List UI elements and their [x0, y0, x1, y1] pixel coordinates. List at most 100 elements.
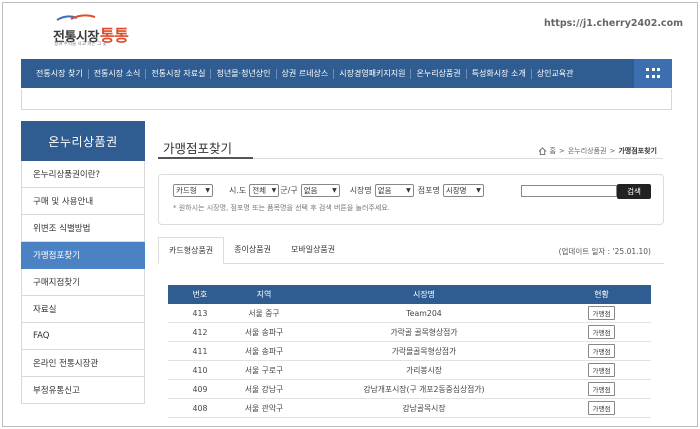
search-notice: * 원하시는 시장명, 점포명 또는 품목명을 선택 후 검색 버튼을 눌러주세…: [173, 204, 390, 212]
cell-status: 가맹점: [552, 306, 651, 320]
nav-item[interactable]: 온누리상품권: [410, 68, 465, 79]
sidebar-title: 온누리상품권: [21, 121, 145, 161]
sidebar-item[interactable]: 위변조 식별방법: [21, 215, 145, 242]
sidebar-item[interactable]: 온누리상품권이란?: [21, 161, 145, 188]
table-row: 410 서울 구로구 가리봉시장 가맹점: [168, 361, 651, 380]
cell-market: 가락골 골목형상점가: [390, 327, 458, 337]
table-row: 408 서울 관악구 강남골목시장 가맹점: [168, 399, 651, 418]
status-button[interactable]: 가맹점: [587, 401, 616, 415]
chevron-down-icon: ▼: [332, 187, 337, 194]
site-logo[interactable]: 전통시장통통 정과 추억을 사고 파는 그 곳: [51, 13, 131, 49]
cell-no: 408: [192, 403, 208, 413]
all-menu-button[interactable]: [634, 59, 672, 88]
status-button[interactable]: 가맹점: [587, 325, 616, 339]
sidebar-item[interactable]: FAQ: [21, 323, 145, 350]
type-select[interactable]: 카드형 ▼: [173, 184, 213, 197]
nav-item[interactable]: 청년몰·청년상인: [210, 68, 275, 79]
search-row: 카드형 ▼ 시.도 전체 ▼ 군/구 없음 ▼ 시장명 없음 ▼ 점포명 시장명 ▼: [173, 184, 484, 197]
site-url: https://j1.cherry2402.com: [543, 18, 683, 29]
sidebar: 온누리상품권 온누리상품권이란? 구매 및 사용안내 위변조 식별방법 가맹점포…: [21, 121, 145, 404]
cell-status: 가맹점: [552, 325, 651, 339]
page-frame: 전통시장통통 정과 추억을 사고 파는 그 곳 https://j1.cherr…: [2, 2, 698, 427]
sidebar-item[interactable]: 구매지점찾기: [21, 269, 145, 296]
status-button[interactable]: 가맹점: [587, 344, 616, 358]
nav-item[interactable]: 전통시장 자료실: [145, 68, 210, 79]
cell-status: 가맹점: [552, 382, 651, 396]
tab-paper-voucher[interactable]: 종이상품권: [224, 236, 281, 263]
cell-region: 서울 구로구: [244, 365, 284, 375]
cell-market: Team204: [406, 308, 442, 318]
store-select[interactable]: 시장명 ▼: [442, 184, 484, 197]
cell-region: 서울 중구: [248, 308, 280, 318]
store-select-value: 시장명: [445, 186, 467, 195]
header-region: 지역: [256, 290, 272, 299]
breadcrumb-home[interactable]: 홈: [550, 146, 556, 156]
table-row: 412 서울 송파구 가락골 골목형상점가 가맹점: [168, 323, 651, 342]
nav-item[interactable]: 전통시장 소식: [87, 68, 146, 79]
gungu-select-value: 없음: [303, 186, 318, 195]
cell-no: 409: [192, 384, 208, 394]
market-select[interactable]: 없음 ▼: [374, 184, 414, 197]
chevron-down-icon: ▼: [406, 187, 411, 194]
sidebar-item[interactable]: 부정유통신고: [21, 377, 145, 404]
cell-market: 가리봉시장: [406, 365, 442, 375]
cell-market: 강남골목시장: [402, 403, 446, 413]
sidebar-item[interactable]: 온라인 전통시장관: [21, 350, 145, 377]
cell-region: 서울 송파구: [244, 327, 284, 337]
gungu-select[interactable]: 없음 ▼: [300, 184, 340, 197]
breadcrumb-current: 가맹점포찾기: [618, 147, 657, 155]
table-row: 411 서울 송파구 가락몰골목형상점가 가맹점: [168, 342, 651, 361]
nav-item[interactable]: 시장경영패키지지원: [333, 68, 410, 79]
sidebar-item[interactable]: 구매 및 사용안내: [21, 188, 145, 215]
sub-menu-bar: [21, 89, 672, 110]
chevron-down-icon: ▼: [271, 187, 277, 194]
nav-item[interactable]: 전통시장 찾기: [31, 69, 88, 79]
table-row: 413 서울 중구 Team204 가맹점: [168, 304, 651, 323]
sido-select[interactable]: 전체 ▼: [249, 184, 280, 197]
header-no: 번호: [192, 290, 208, 299]
tab-mobile-voucher[interactable]: 모바일상품권: [281, 236, 345, 263]
cell-region: 서울 송파구: [244, 346, 284, 356]
title-divider: [253, 158, 663, 159]
header-status: 현황: [594, 290, 609, 299]
chevron-down-icon: ▼: [476, 187, 481, 194]
cell-status: 가맹점: [552, 401, 651, 415]
sidebar-item-active[interactable]: 가맹점포찾기: [21, 242, 145, 269]
chevron-down-icon: ▼: [205, 187, 210, 194]
cell-no: 410: [192, 365, 208, 375]
sidebar-item[interactable]: 자료실: [21, 296, 145, 323]
breadcrumb: 홈 > 온누리상품권 > 가맹점포찾기: [538, 146, 657, 156]
header-market: 시장명: [412, 290, 436, 299]
cell-market: 가락몰골목형상점가: [391, 346, 457, 356]
nav-item[interactable]: 상인교육관: [530, 68, 579, 79]
search-input[interactable]: [521, 185, 617, 197]
title-underline: [158, 157, 253, 159]
status-button[interactable]: 가맹점: [587, 382, 616, 396]
logo-slogan: 정과 추억을 사고 파는 그 곳: [54, 42, 107, 47]
breadcrumb-separator: >: [609, 147, 616, 155]
cell-no: 411: [192, 346, 208, 356]
cell-status: 가맹점: [552, 344, 651, 358]
search-button[interactable]: 검색: [617, 184, 651, 199]
page-title: 가맹점포찾기: [163, 141, 233, 156]
cell-status: 가맹점: [552, 363, 651, 377]
nav-item[interactable]: 상권 르네상스: [275, 68, 334, 79]
cell-region: 서울 관악구: [244, 403, 284, 413]
tab-card-voucher[interactable]: 카드형상품권: [158, 237, 225, 264]
status-button[interactable]: 가맹점: [587, 306, 616, 320]
store-label: 점포명: [417, 186, 440, 195]
type-select-value: 카드형: [176, 186, 197, 195]
search-panel: 카드형 ▼ 시.도 전체 ▼ 군/구 없음 ▼ 시장명 없음 ▼ 점포명 시장명 ▼ 검색…: [158, 174, 664, 225]
status-button[interactable]: 가맹점: [587, 363, 616, 377]
nav-item[interactable]: 특성화시장 소개: [465, 68, 531, 79]
store-table: 번호 지역 시장명 현황 413 서울 중구 Team204 가맹점 412 서…: [168, 285, 651, 418]
home-icon: [538, 147, 546, 155]
breadcrumb-item[interactable]: 온누리상품권: [568, 146, 607, 156]
gungu-label: 군/구: [280, 186, 298, 195]
grid-menu-icon: [646, 67, 660, 80]
cell-no: 412: [192, 327, 208, 337]
table-header: 번호 지역 시장명 현황: [168, 285, 651, 304]
market-select-value: 없음: [377, 186, 392, 195]
cell-no: 413: [192, 308, 208, 318]
breadcrumb-separator: >: [558, 147, 565, 155]
